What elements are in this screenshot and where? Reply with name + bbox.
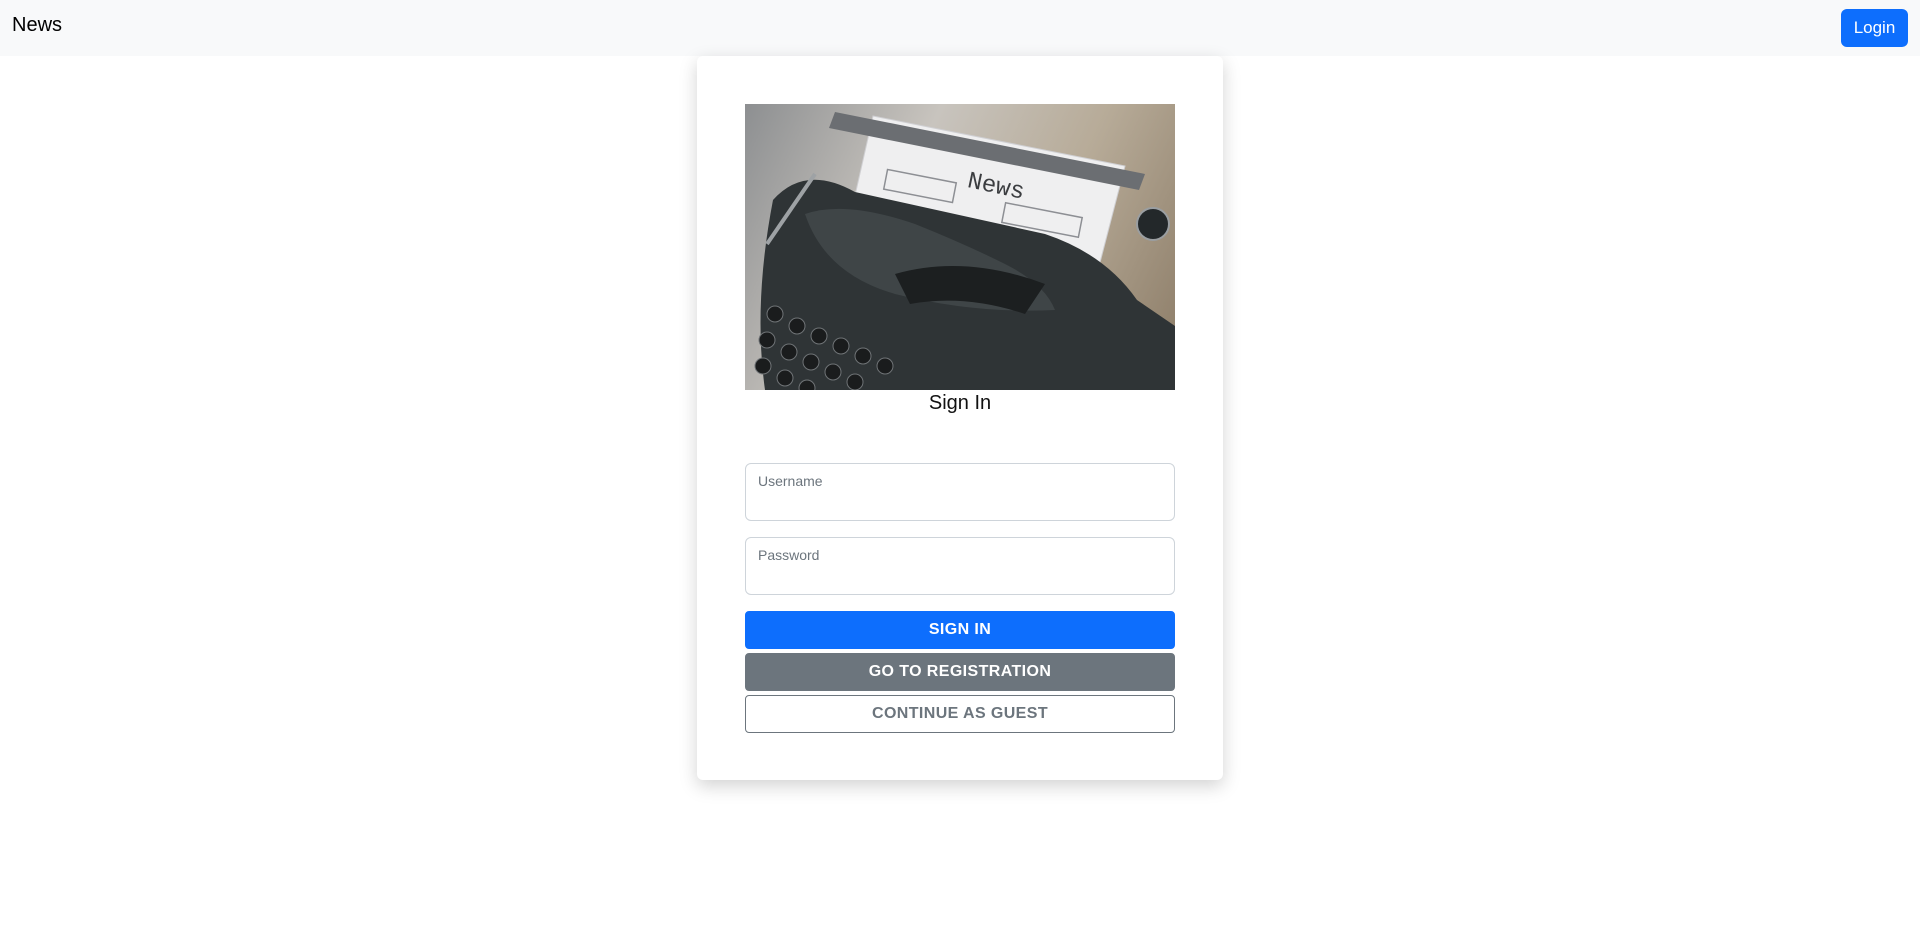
username-input[interactable] bbox=[758, 492, 1162, 516]
go-to-registration-button[interactable]: GO TO REGISTRATION bbox=[745, 653, 1175, 691]
login-button[interactable]: Login bbox=[1841, 9, 1908, 47]
username-field[interactable]: Username bbox=[745, 463, 1175, 521]
brand-link[interactable]: News bbox=[12, 14, 62, 37]
top-navbar: News Login bbox=[0, 0, 1920, 56]
password-label: Password bbox=[758, 547, 820, 563]
sign-in-title: Sign In bbox=[928, 392, 992, 414]
continue-as-guest-button[interactable]: CONTINUE AS GUEST bbox=[745, 695, 1175, 733]
typewriter-illustration bbox=[754, 112, 1175, 390]
password-field[interactable]: Password bbox=[745, 537, 1175, 595]
sign-in-card: News Sign In Username Password SIGN IN G… bbox=[697, 56, 1223, 780]
sign-in-button[interactable]: SIGN IN bbox=[745, 611, 1175, 649]
password-input[interactable] bbox=[758, 566, 1162, 590]
username-label: Username bbox=[758, 473, 823, 489]
typewriter-image bbox=[745, 104, 1175, 390]
